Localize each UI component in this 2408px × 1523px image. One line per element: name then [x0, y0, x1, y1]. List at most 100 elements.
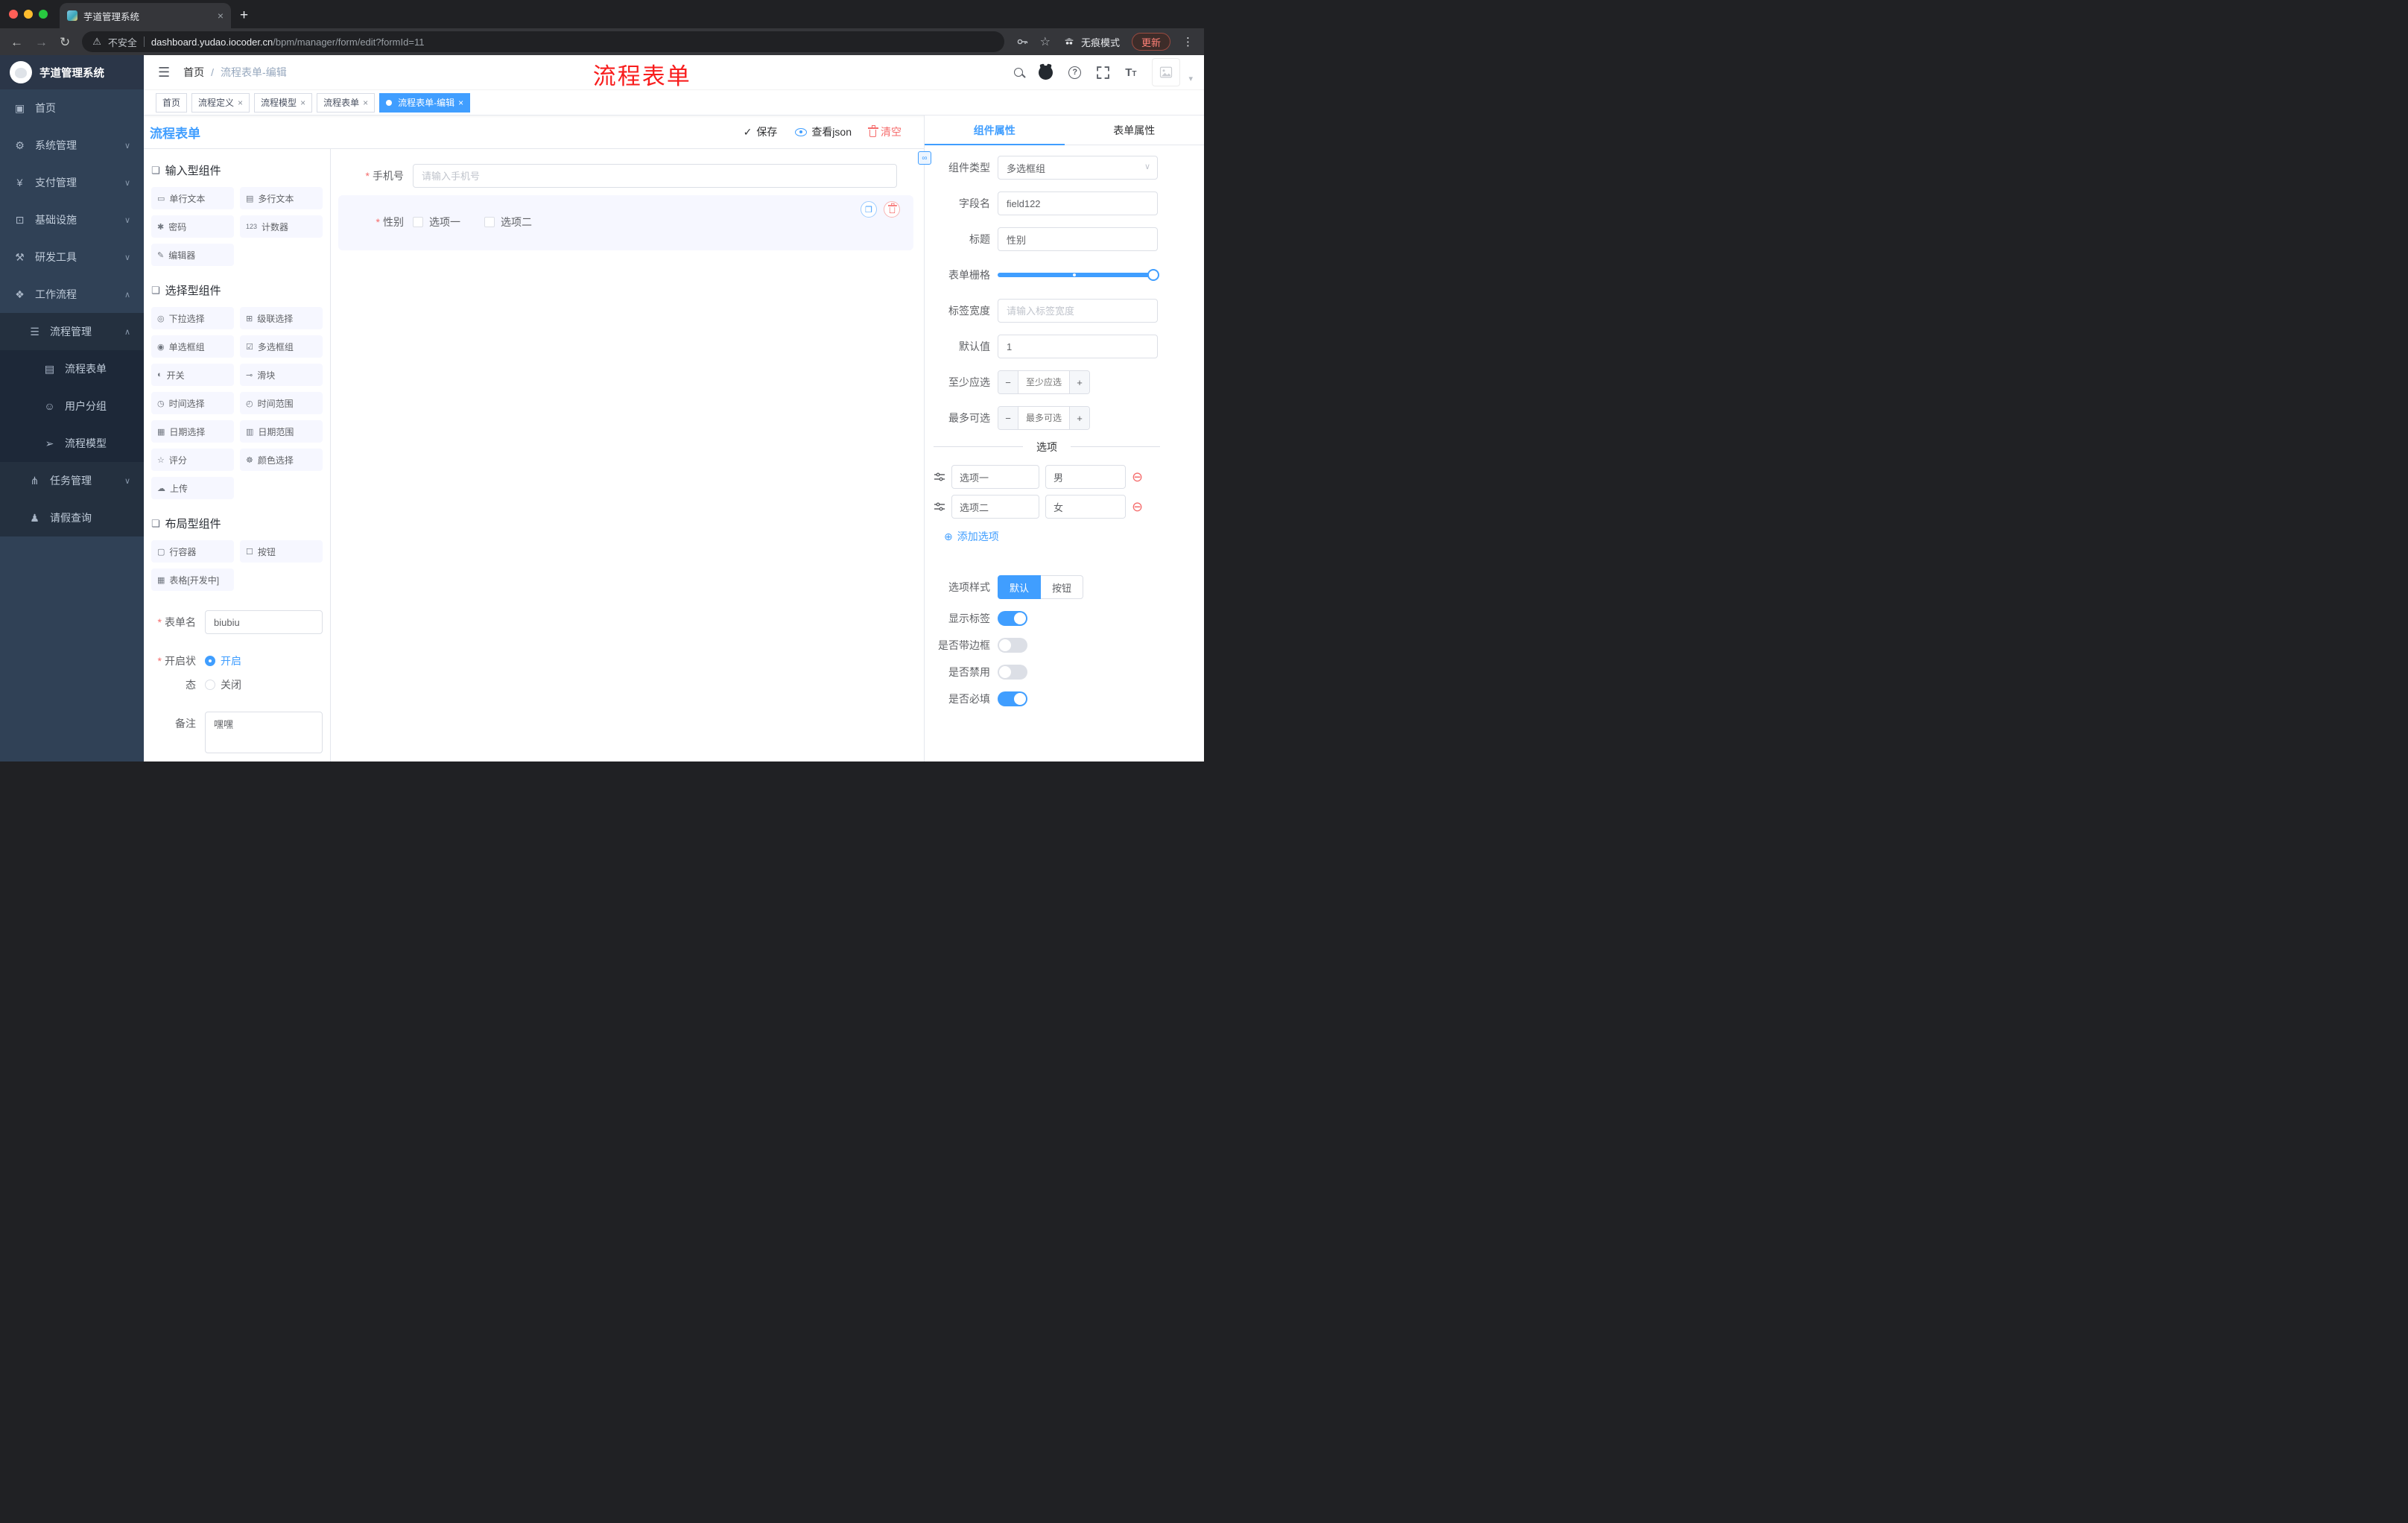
view-json-button[interactable]: 查看json [795, 124, 852, 139]
sidebar-item-task-mgmt[interactable]: ⋔ 任务管理 ∨ [0, 462, 144, 499]
sidebar-item-system[interactable]: ⚙ 系统管理 ∨ [0, 127, 144, 164]
palette-item-date-range[interactable]: ▥ 日期范围 [240, 420, 323, 443]
sidebar-item-process-model[interactable]: ➢ 流程模型 [0, 425, 144, 462]
palette-item-color-picker[interactable]: ☸ 颜色选择 [240, 449, 323, 471]
font-size-icon[interactable]: TT [1125, 66, 1136, 79]
drag-handle-icon[interactable] [934, 471, 945, 483]
new-tab-button[interactable]: + [240, 7, 248, 24]
field-name-input[interactable] [998, 191, 1158, 215]
help-icon[interactable]: ? [1068, 66, 1082, 79]
style-default-button[interactable]: 默认 [998, 575, 1042, 599]
palette-item-counter[interactable]: 123 计数器 [240, 215, 323, 238]
option-value-input[interactable] [1045, 495, 1126, 519]
palette-item-table[interactable]: ▦ 表格[开发中] [151, 569, 234, 591]
component-type-select[interactable]: 多选框组 [998, 156, 1158, 180]
sidebar-item-workflow[interactable]: ❖ 工作流程 ∧ [0, 276, 144, 313]
gender-checkbox-2[interactable]: 选项二 [484, 215, 532, 229]
forward-icon[interactable]: → [35, 36, 48, 48]
incognito-badge[interactable]: 无痕模式 [1062, 35, 1120, 49]
palette-item-upload[interactable]: ☁ 上传 [151, 477, 234, 499]
minus-button[interactable]: − [998, 371, 1018, 393]
address-bar[interactable]: ⚠ 不安全 dashboard.yudao.iocoder.cn/bpm/man… [82, 31, 1004, 52]
browser-menu-icon[interactable]: ⋮ [1182, 35, 1194, 48]
password-key-icon[interactable] [1016, 36, 1028, 48]
option-name-input[interactable] [951, 465, 1039, 489]
avatar[interactable] [1152, 58, 1181, 86]
delete-component-button[interactable] [884, 201, 900, 218]
option-name-input[interactable] [951, 495, 1039, 519]
palette-item-password[interactable]: ✱ 密码 [151, 215, 234, 238]
palette-item-single-text[interactable]: ▭ 单行文本 [151, 187, 234, 209]
avatar-caret-icon[interactable]: ▾ [1188, 74, 1193, 86]
palette-item-select[interactable]: ◎ 下拉选择 [151, 307, 234, 329]
sidebar-item-payment[interactable]: ¥ 支付管理 ∨ [0, 164, 144, 201]
tag-close-icon[interactable]: × [458, 98, 463, 108]
clear-button[interactable]: 清空 [867, 124, 902, 139]
show-label-toggle[interactable] [998, 611, 1027, 626]
style-button-button[interactable]: 按钮 [1041, 575, 1084, 599]
github-icon[interactable] [1039, 65, 1054, 80]
add-option-button[interactable]: ⊕ 添加选项 [934, 525, 1167, 544]
disabled-toggle[interactable] [998, 665, 1027, 680]
window-zoom-button[interactable] [39, 10, 48, 19]
slider-track[interactable] [998, 269, 1159, 281]
palette-item-multi-text[interactable]: ▤ 多行文本 [240, 187, 323, 209]
tag-process-form-edit[interactable]: 流程表单-编辑 × [379, 92, 471, 113]
tag-process-definition[interactable]: 流程定义 × [191, 92, 250, 113]
min-select-input[interactable] [1018, 371, 1069, 393]
sidebar-item-user-group[interactable]: ☺ 用户分组 [0, 387, 144, 425]
status-radio-off[interactable]: 关闭 [205, 673, 241, 697]
label-width-input[interactable] [998, 299, 1158, 323]
grid-slider[interactable] [998, 263, 1159, 287]
palette-item-switch[interactable]: ◐ 开关 [151, 364, 234, 386]
palette-item-button[interactable]: ☐ 按钮 [240, 540, 323, 563]
hamburger-icon[interactable]: ☰ [158, 65, 170, 80]
palette-item-row-container[interactable]: ▢ 行容器 [151, 540, 234, 563]
window-minimize-button[interactable] [24, 10, 33, 19]
palette-item-rate[interactable]: ☆ 评分 [151, 449, 234, 471]
border-toggle[interactable] [998, 638, 1027, 653]
palette-item-editor[interactable]: ✎ 编辑器 [151, 244, 234, 266]
palette-item-time-picker[interactable]: ◷ 时间选择 [151, 392, 234, 414]
breadcrumb-home[interactable]: 首页 [183, 65, 204, 80]
gender-checkbox-1[interactable]: 选项一 [413, 215, 460, 229]
search-icon[interactable] [1014, 68, 1024, 77]
back-icon[interactable]: ← [10, 36, 23, 48]
required-toggle[interactable] [998, 691, 1027, 706]
bookmark-star-icon[interactable]: ☆ [1040, 34, 1051, 49]
refresh-icon[interactable]: ↻ [60, 36, 70, 48]
palette-item-radio-group[interactable]: ◉ 单选框组 [151, 335, 234, 358]
sidebar-item-leave-query[interactable]: ♟ 请假查询 [0, 499, 144, 536]
window-close-button[interactable] [9, 10, 18, 19]
slider-handle[interactable] [1147, 269, 1159, 281]
browser-update-button[interactable]: 更新 [1131, 33, 1170, 51]
sidebar-item-infra[interactable]: ⊡ 基础设施 ∨ [0, 201, 144, 238]
tag-home[interactable]: 首页 [156, 92, 188, 113]
remark-textarea[interactable]: 嘿嘿 [205, 712, 323, 753]
drag-handle-icon[interactable] [934, 501, 945, 513]
tag-process-form[interactable]: 流程表单 × [317, 92, 376, 113]
save-button[interactable]: ✓ 保存 [744, 124, 778, 139]
remove-option-icon[interactable]: ⊖ [1132, 470, 1143, 484]
max-select-input[interactable] [1018, 407, 1069, 429]
sidebar-item-devtools[interactable]: ⚒ 研发工具 ∨ [0, 238, 144, 276]
canvas-field-gender-selected[interactable]: 性别 选项一 选项二 ❐ [338, 195, 913, 250]
palette-item-cascader[interactable]: ⊞ 级联选择 [240, 307, 323, 329]
form-name-input[interactable] [205, 610, 323, 634]
plus-button[interactable]: + [1069, 371, 1089, 393]
sidebar-item-process-form[interactable]: ▤ 流程表单 [0, 350, 144, 387]
link-icon[interactable]: ∞ [918, 151, 931, 165]
phone-input[interactable] [413, 164, 897, 188]
tab-form-props[interactable]: 表单属性 [1065, 115, 1205, 145]
plus-button[interactable]: + [1069, 407, 1089, 429]
title-input[interactable] [998, 227, 1158, 251]
tag-close-icon[interactable]: × [238, 98, 243, 108]
palette-item-checkbox-group[interactable]: ☑ 多选框组 [240, 335, 323, 358]
default-value-input[interactable] [998, 335, 1158, 358]
palette-item-date-picker[interactable]: ▦ 日期选择 [151, 420, 234, 443]
remove-option-icon[interactable]: ⊖ [1132, 500, 1143, 513]
tab-component-props[interactable]: 组件属性 [925, 115, 1065, 145]
canvas-field-phone[interactable]: 手机号 [338, 164, 913, 188]
palette-item-slider[interactable]: ⊸ 滑块 [240, 364, 323, 386]
tag-close-icon[interactable]: × [300, 98, 305, 108]
